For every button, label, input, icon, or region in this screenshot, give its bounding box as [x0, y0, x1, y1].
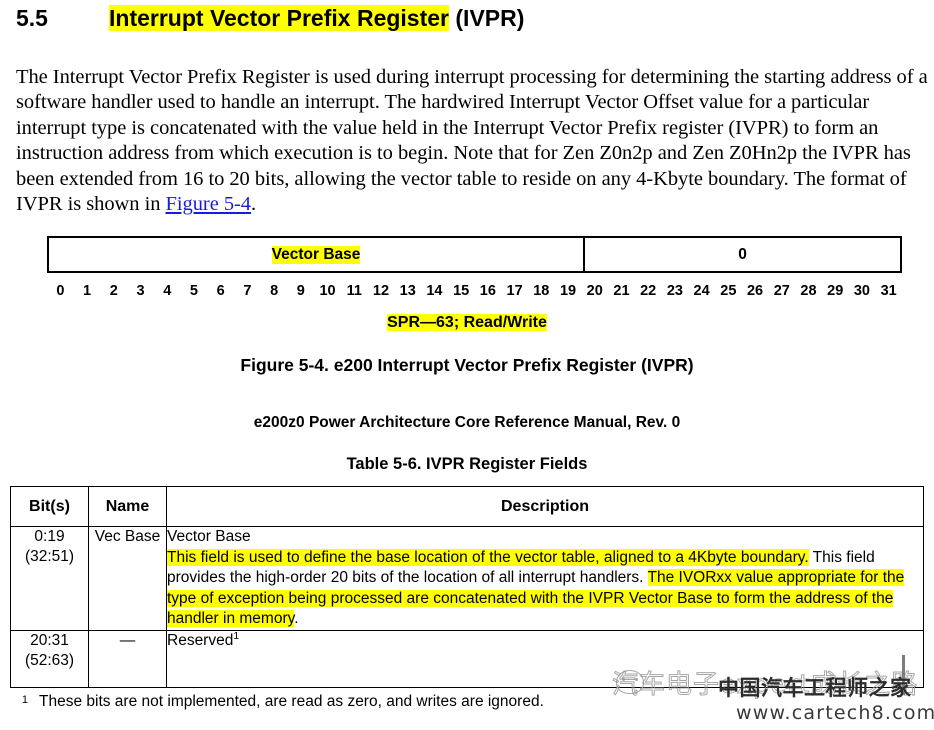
bit-number-18: 18	[533, 283, 550, 299]
figure-5-4-link[interactable]: Figure 5-4	[166, 193, 252, 215]
table-header-name: Name	[88, 486, 167, 527]
description-title-row1: Vector Base	[167, 528, 251, 545]
bit-number-8: 8	[270, 283, 279, 299]
register-field-vector-base-label: Vector Base	[271, 245, 361, 264]
bit-number-6: 6	[216, 283, 225, 299]
register-layout-diagram: Vector Base 0	[47, 236, 902, 273]
cell-description-row1: Vector Base This field is used to define…	[166, 526, 924, 631]
register-box: Vector Base 0	[47, 236, 902, 273]
table-header-description: Description	[166, 486, 924, 527]
register-field-reserved: 0	[585, 238, 900, 271]
bit-number-10: 10	[319, 283, 336, 299]
manual-title-caption: e200z0 Power Architecture Core Reference…	[253, 414, 681, 431]
bit-number-5: 5	[189, 283, 198, 299]
bit-number-29: 29	[827, 283, 844, 299]
table-row: 0:19 (32:51) Vec Base Vector Base This f…	[10, 526, 924, 631]
cell-bits-row1: 0:19 (32:51)	[10, 526, 89, 631]
bit-number-15: 15	[453, 283, 470, 299]
section-title-highlighted: Interrupt Vector Prefix Register	[109, 5, 449, 31]
table-footnote: 1 These bits are not implemented, are rea…	[0, 693, 700, 711]
bit-number-28: 28	[800, 283, 817, 299]
bit-number-26: 26	[746, 283, 764, 299]
bit-number-4: 4	[163, 283, 172, 299]
watermark-url: www.cartech8.com	[736, 702, 934, 724]
paragraph-text-part1: The Interrupt Vector Prefix Register is …	[16, 65, 928, 216]
description-plain-2: .	[294, 610, 299, 627]
bit-number-25: 25	[720, 283, 737, 299]
cell-bits-row2: 20:31 (52:63)	[10, 629, 89, 688]
bit-number-23: 23	[666, 283, 683, 299]
table-caption: Table 5-6. IVPR Register Fields	[346, 455, 588, 473]
bit-number-14: 14	[426, 283, 443, 299]
description-highlight-1: This field is used to define the base lo…	[167, 548, 809, 566]
bit-number-19: 19	[559, 283, 577, 299]
cell-name-row2: —	[88, 629, 167, 688]
bit-number-17: 17	[506, 283, 523, 299]
intro-paragraph: The Interrupt Vector Prefix Register is …	[16, 65, 932, 219]
page-title: 5.5 Interrupt Vector Prefix Register (IVP…	[16, 4, 918, 32]
description-title-row2: Reserved	[167, 631, 234, 649]
table-row: 20:31 (52:63) — Reserved1	[10, 629, 924, 688]
bit-number-27: 27	[773, 283, 790, 299]
bit-number-2: 2	[109, 283, 118, 299]
footnote-marker-reserved: 1	[233, 629, 240, 642]
register-field-reserved-label: 0	[738, 245, 747, 263]
register-field-vector-base: Vector Base	[49, 238, 585, 271]
footnote-text: These bits are not implemented, are read…	[39, 693, 544, 710]
description-body-row1: This field is used to define the base lo…	[167, 548, 923, 630]
bit-number-7: 7	[243, 283, 252, 299]
bit-number-11: 11	[346, 283, 362, 299]
section-number: 5.5	[16, 5, 48, 31]
section-title-suffix: (IVPR)	[449, 5, 525, 31]
bit-number-24: 24	[693, 283, 710, 299]
figure-caption: Figure 5-4. e200 Interrupt Vector Prefix…	[240, 355, 694, 375]
bit-number-16: 16	[479, 283, 496, 299]
table-header-row: Bit(s) Name Description	[10, 486, 924, 527]
register-bit-number-row: 0 1 2 3 4 5 6 7 8 9 10 11 12 13 14 15 16 17 18 19 20 21 22 23 24…	[47, 283, 902, 300]
bit-number-12: 12	[372, 283, 390, 299]
spr-access-note-text: SPR—63; Read/Write	[387, 314, 547, 331]
bit-number-30: 30	[853, 283, 870, 299]
bit-number-3: 3	[136, 283, 145, 299]
bit-number-1: 1	[83, 283, 92, 299]
bit-number-9: 9	[296, 283, 305, 299]
bit-number-20: 20	[586, 283, 603, 299]
paragraph-text-part2: .	[251, 193, 257, 216]
cell-name-row1: Vec Base	[88, 526, 167, 631]
footnote-marker: 1	[21, 694, 28, 706]
bit-number-31: 31	[880, 283, 897, 299]
table-header-bits: Bit(s)	[10, 486, 89, 527]
ivpr-register-fields-table: Bit(s) Name Description 0:19 (32:51) Vec…	[10, 486, 924, 688]
bit-number-22: 22	[640, 283, 657, 299]
bit-number-0: 0	[56, 283, 65, 299]
bit-number-13: 13	[399, 283, 416, 299]
cell-description-row2: Reserved1	[166, 629, 924, 688]
spr-access-note: SPR—63; Read/Write	[0, 314, 934, 332]
bit-number-21: 21	[613, 283, 630, 299]
